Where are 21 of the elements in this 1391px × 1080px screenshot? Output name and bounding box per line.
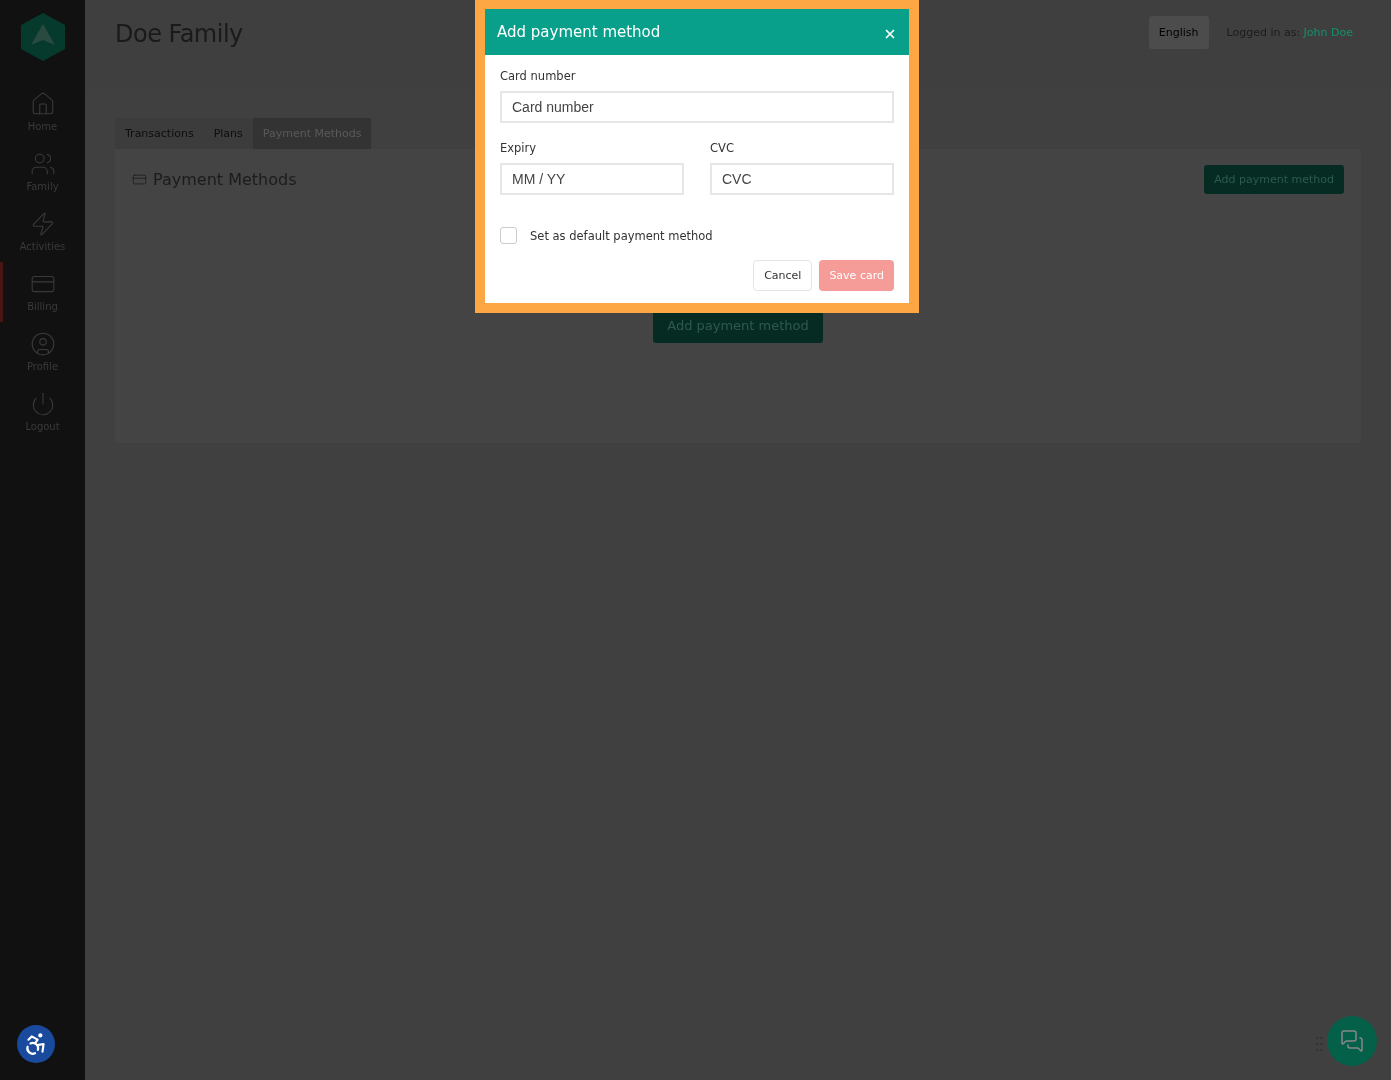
close-icon — [883, 27, 897, 41]
language-button[interactable]: English — [1148, 16, 1209, 49]
chat-button[interactable] — [1327, 1016, 1377, 1066]
field-label: Card number — [500, 69, 577, 83]
field-label: Expiry — [500, 141, 538, 155]
cancel-button[interactable]: Cancel — [753, 260, 813, 291]
dialog-title: Add payment method — [497, 23, 661, 41]
checkbox-label: Set as default payment method — [530, 228, 713, 243]
expiry-field[interactable]: MM / YY — [500, 163, 684, 195]
default-checkbox[interactable] — [500, 227, 517, 244]
card-number-field[interactable]: Card number — [500, 91, 894, 123]
logo-icon — [19, 12, 66, 62]
credit-card-icon — [132, 172, 147, 187]
cvc-field[interactable]: CVC — [710, 163, 894, 195]
user-link[interactable]: John Doe — [1303, 26, 1353, 39]
user-icon — [29, 331, 56, 357]
accessibility-button[interactable] — [17, 1025, 55, 1063]
field-label: CVC — [710, 141, 735, 155]
close-button[interactable] — [883, 27, 897, 41]
people-icon — [29, 151, 56, 177]
chat-icon — [1340, 1029, 1364, 1053]
